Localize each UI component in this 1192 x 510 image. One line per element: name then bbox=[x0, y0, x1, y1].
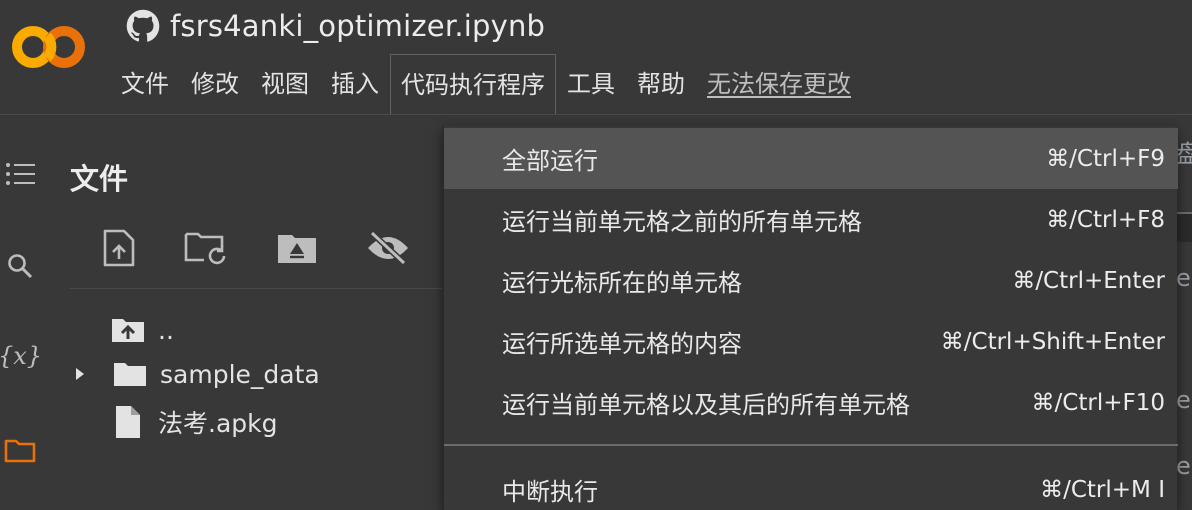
title-row: fsrs4anki_optimizer.ipynb bbox=[126, 6, 545, 46]
chevron-right-icon[interactable] bbox=[72, 364, 88, 384]
menu-item-label: 运行当前单元格以及其后的所有单元格 bbox=[502, 391, 910, 419]
menu-item-label: 中断执行 bbox=[502, 478, 598, 506]
edge-fragment: er bbox=[1176, 264, 1192, 292]
menu-view[interactable]: 视图 bbox=[250, 54, 320, 114]
variables-icon[interactable]: {x} bbox=[0, 338, 42, 374]
edge-fragment: er bbox=[1176, 386, 1192, 414]
tree-row-folder[interactable]: sample_data bbox=[70, 352, 320, 396]
menu-item-run-after[interactable]: 运行当前单元格以及其后的所有单元格 ⌘/Ctrl+F10 bbox=[444, 372, 1178, 433]
menu-item-shortcut: ⌘/Ctrl+M I bbox=[1040, 476, 1165, 503]
tree-label: 法考.apkg bbox=[158, 409, 278, 438]
files-panel-title: 文件 bbox=[70, 162, 129, 196]
edge-fragment: 盘 bbox=[1176, 140, 1192, 168]
search-icon[interactable] bbox=[2, 248, 38, 284]
menu-item-shortcut: ⌘/Ctrl+F8 bbox=[1046, 206, 1165, 233]
menu-item-run-selection[interactable]: 运行所选单元格的内容 ⌘/Ctrl+Shift+Enter bbox=[444, 311, 1178, 372]
menu-runtime[interactable]: 代码执行程序 bbox=[390, 54, 556, 114]
menu-insert[interactable]: 插入 bbox=[320, 54, 390, 114]
cannot-save-changes-link[interactable]: 无法保存更改 bbox=[696, 54, 862, 114]
toc-icon[interactable] bbox=[2, 156, 38, 192]
folder-icon[interactable] bbox=[2, 432, 38, 468]
menu-item-shortcut: ⌘/Ctrl+Enter bbox=[1012, 267, 1165, 294]
menu-help[interactable]: 帮助 bbox=[626, 54, 696, 114]
tree-row-parent[interactable]: .. bbox=[70, 308, 174, 352]
edge-fragment bbox=[1177, 212, 1192, 242]
tree-label: .. bbox=[158, 315, 174, 345]
colab-logo[interactable] bbox=[8, 24, 90, 70]
refresh-folder-icon[interactable] bbox=[184, 226, 228, 270]
menu-item-shortcut: ⌘/Ctrl+F10 bbox=[1031, 389, 1165, 416]
folder-icon bbox=[114, 363, 146, 386]
tree-row-file[interactable]: 法考.apkg bbox=[70, 400, 277, 444]
mount-drive-icon[interactable] bbox=[275, 226, 319, 270]
menu-edit[interactable]: 修改 bbox=[180, 54, 250, 114]
menu-item-shortcut: ⌘/Ctrl+F9 bbox=[1046, 145, 1165, 172]
menu-item-label: 运行光标所在的单元格 bbox=[502, 269, 742, 297]
github-icon[interactable] bbox=[126, 9, 160, 43]
menu-item-label: 运行所选单元格的内容 bbox=[502, 330, 742, 358]
menu-item-run-focused[interactable]: 运行光标所在的单元格 ⌘/Ctrl+Enter bbox=[444, 250, 1178, 311]
menu-item-label: 全部运行 bbox=[502, 147, 598, 175]
edge-fragment: e bbox=[1176, 452, 1191, 480]
menu-tools[interactable]: 工具 bbox=[556, 54, 626, 114]
files-toolbar-divider bbox=[70, 288, 442, 289]
folder-up-icon bbox=[112, 319, 144, 342]
menu-file[interactable]: 文件 bbox=[110, 54, 180, 114]
menu-item-label: 运行当前单元格之前的所有单元格 bbox=[502, 208, 862, 236]
runtime-dropdown-menu: 全部运行 ⌘/Ctrl+F9 运行当前单元格之前的所有单元格 ⌘/Ctrl+F8… bbox=[443, 126, 1178, 510]
notebook-title[interactable]: fsrs4anki_optimizer.ipynb bbox=[170, 9, 545, 43]
menu-separator bbox=[444, 444, 1178, 446]
header-divider bbox=[0, 114, 1192, 115]
menu-item-interrupt[interactable]: 中断执行 ⌘/Ctrl+M I bbox=[444, 459, 1178, 510]
menu-item-shortcut: ⌘/Ctrl+Shift+Enter bbox=[940, 328, 1165, 355]
hide-files-icon[interactable] bbox=[366, 226, 410, 270]
menu-item-run-before[interactable]: 运行当前单元格之前的所有单元格 ⌘/Ctrl+F8 bbox=[444, 189, 1178, 250]
menubar: 文件 修改 视图 插入 代码执行程序 工具 帮助 无法保存更改 bbox=[110, 54, 862, 114]
file-icon bbox=[116, 406, 140, 438]
menu-item-run-all[interactable]: 全部运行 ⌘/Ctrl+F9 bbox=[444, 128, 1178, 189]
tree-label: sample_data bbox=[160, 359, 320, 389]
upload-file-icon[interactable] bbox=[97, 226, 141, 270]
